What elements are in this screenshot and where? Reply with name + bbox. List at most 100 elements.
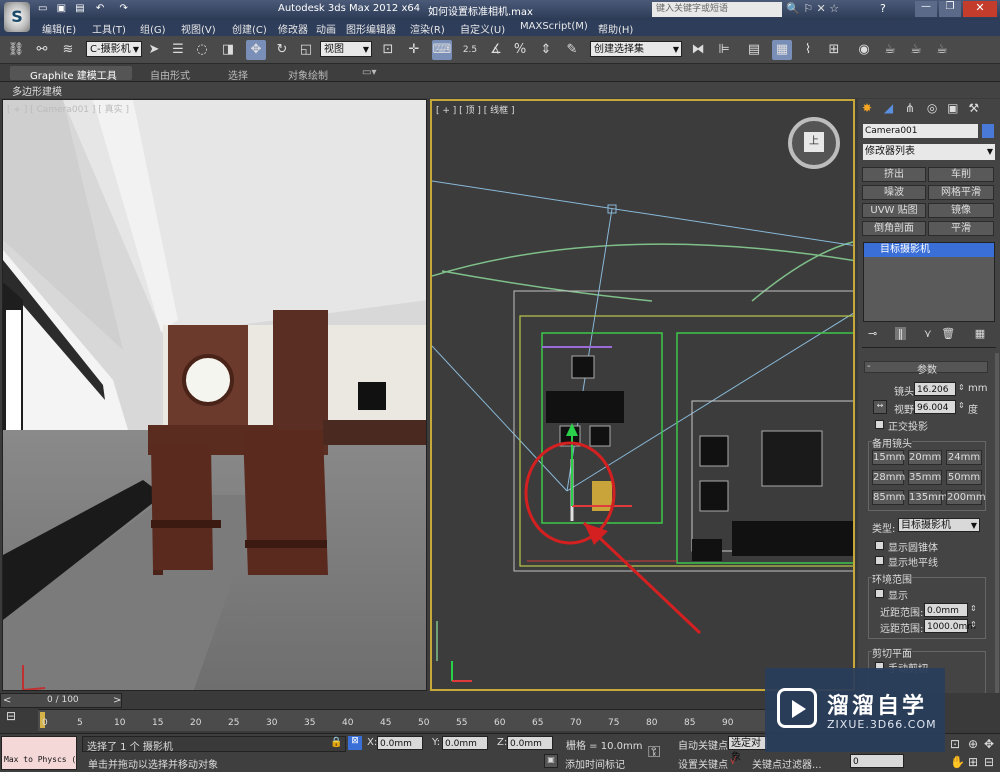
unlink-icon[interactable]: ⚯	[32, 40, 52, 60]
viewport-top[interactable]: [ + ] [ 顶 ] [ 线框 ] 上	[430, 99, 855, 691]
graphite-toggle-icon[interactable]: ▦	[772, 40, 792, 60]
time-tag-icon[interactable]: ▣	[544, 754, 558, 768]
modifier-list-dropdown[interactable]: 修改器列表 ▼	[863, 144, 995, 160]
lens-field[interactable]: 16.206	[914, 382, 956, 396]
z-coord-field[interactable]: 0.0mm	[507, 736, 553, 750]
object-name-field[interactable]: Camera001	[863, 124, 978, 138]
modify-tab-icon[interactable]: ◢	[884, 101, 893, 115]
hierarchy-tab-icon[interactable]: ⋔	[905, 101, 915, 115]
schematic-view-icon[interactable]: ⊞	[824, 40, 844, 60]
mirror-button[interactable]: 镜像	[928, 203, 994, 218]
open-file-icon[interactable]: ▣	[57, 3, 66, 14]
snap-toggle-icon[interactable]: 2.5	[460, 40, 480, 60]
pin-stack-icon[interactable]: ⊸	[868, 327, 877, 340]
save-icon[interactable]: ▤	[75, 3, 84, 14]
pivot-center-icon[interactable]: ⊡	[378, 40, 398, 60]
viewport-label-top[interactable]: [ + ] [ 顶 ] [ 线框 ]	[436, 103, 515, 116]
set-key-icon[interactable]: ⚿	[648, 742, 660, 762]
menu-maxscript[interactable]: MAXScript(M)	[520, 21, 588, 32]
fov-direction-icon[interactable]: ↔	[873, 400, 887, 414]
menu-view[interactable]: 视图(V)	[181, 21, 216, 36]
motion-tab-icon[interactable]: ◎	[927, 101, 937, 115]
show-end-result-icon[interactable]: ‖	[894, 327, 907, 340]
key-filter-icon[interactable]: √	[730, 756, 736, 767]
viewcube-face[interactable]: 上	[804, 132, 824, 152]
key-mode-dropdown[interactable]: 选定对象	[728, 736, 768, 763]
lens-15mm-button[interactable]: 15mm	[872, 450, 905, 465]
select-by-name-icon[interactable]: ☰	[168, 40, 188, 60]
select-manipulate-icon[interactable]: ✛	[404, 40, 424, 60]
redo-icon[interactable]: ↷	[120, 3, 128, 14]
rendered-frame-icon[interactable]: ☕	[906, 40, 926, 60]
slider-next-icon[interactable]: >	[113, 695, 121, 706]
keyboard-shortcut-icon[interactable]: ⌨	[432, 40, 452, 60]
fov-spinner-icon[interactable]: ⇕	[958, 401, 965, 410]
lock-selection-icon[interactable]: 🔒	[330, 737, 342, 748]
far-range-field[interactable]: 1000.0mm	[924, 619, 976, 633]
layer-manager-icon[interactable]: ▤	[744, 40, 764, 60]
stack-item-target-camera[interactable]: 目标摄影机	[864, 243, 994, 257]
fov-field[interactable]: 96.004	[914, 400, 956, 414]
select-object-icon[interactable]: ➤	[144, 40, 164, 60]
far-spinner-icon[interactable]: ⇕	[970, 620, 977, 629]
x-coord-field[interactable]: 0.0mm	[377, 736, 423, 750]
menu-graph-editors[interactable]: 图形编辑器	[346, 21, 396, 36]
curve-editor-icon[interactable]: ⌇	[798, 40, 818, 60]
menu-edit[interactable]: 编辑(E)	[42, 21, 76, 36]
near-spinner-icon[interactable]: ⇕	[970, 604, 977, 613]
maximize-viewport-icon[interactable]: ⊟	[984, 755, 994, 769]
move-icon[interactable]: ✥	[246, 40, 266, 60]
lens-135mm-button[interactable]: 135mm	[908, 490, 948, 505]
window-crossing-icon[interactable]: ◨	[218, 40, 238, 60]
panel-scrollbar[interactable]	[995, 353, 999, 693]
tab-graphite[interactable]: Graphite 建模工具	[30, 67, 117, 82]
tab-object-paint[interactable]: 对象绘制	[288, 67, 328, 82]
selection-filter-dropdown[interactable]: C-摄影机 ▼	[86, 41, 142, 57]
slider-prev-icon[interactable]: <	[3, 695, 11, 706]
meshsmooth-button[interactable]: 网格平滑	[928, 185, 994, 200]
search-input[interactable]: 键入关键字或短语	[652, 2, 782, 17]
percent-snap-icon[interactable]: %	[510, 40, 530, 60]
y-coord-field[interactable]: 0.0mm	[442, 736, 488, 750]
undo-icon[interactable]: ↶	[96, 3, 104, 14]
show-horizon-checkbox[interactable]	[875, 556, 884, 565]
spinner-snap-icon[interactable]: ⇕	[536, 40, 556, 60]
uvw-map-button[interactable]: UVW 贴图	[862, 203, 926, 218]
auto-key-button[interactable]: 自动关键点	[678, 737, 728, 752]
rollout-parameters-header[interactable]: - 参数	[864, 361, 988, 376]
menu-tools[interactable]: 工具(T)	[92, 21, 126, 36]
mini-curve-editor-icon[interactable]: ⊟	[6, 709, 28, 727]
polygon-modeling-label[interactable]: 多边形建模	[12, 83, 62, 98]
utilities-tab-icon[interactable]: ⚒	[968, 101, 979, 115]
remove-modifier-icon[interactable]: 🗑	[941, 327, 955, 340]
lathe-button[interactable]: 车削	[928, 167, 994, 182]
env-show-checkbox[interactable]	[875, 589, 884, 598]
viewport-label-camera[interactable]: [ + ] [ Camera001 ] [ 真实 ]	[7, 102, 129, 115]
viewport-camera[interactable]: [ + ] [ Camera001 ] [ 真实 ]	[2, 99, 427, 691]
set-key-button[interactable]: 设置关键点	[678, 756, 728, 771]
mirror-icon[interactable]: ⧓	[688, 40, 708, 60]
make-unique-icon[interactable]: ⋎	[924, 327, 932, 340]
pan-icon[interactable]: ✋	[950, 755, 965, 769]
key-filters-button[interactable]: 关键点过滤器...	[752, 756, 822, 771]
new-file-icon[interactable]: ▭	[38, 3, 47, 14]
scale-icon[interactable]: ◱	[296, 40, 316, 60]
maximize-button[interactable]: ❐	[939, 1, 961, 17]
link-icon[interactable]: ⛓	[6, 40, 26, 60]
minimize-button[interactable]: —	[915, 1, 937, 17]
noise-button[interactable]: 噪波	[862, 185, 926, 200]
lens-20mm-button[interactable]: 20mm	[908, 450, 942, 465]
angle-snap-icon[interactable]: ∡	[486, 40, 506, 60]
help-icon[interactable]: ?	[880, 2, 886, 15]
named-selection-dropdown[interactable]: 创建选择集 ▼	[590, 41, 682, 57]
menu-modifiers[interactable]: 修改器	[278, 21, 308, 36]
bevel-profile-button[interactable]: 倒角剖面	[862, 221, 926, 236]
ortho-checkbox[interactable]	[875, 420, 884, 429]
tab-selection[interactable]: 选择	[228, 67, 248, 82]
menu-group[interactable]: 组(G)	[140, 21, 166, 36]
bind-spacewarp-icon[interactable]: ≋	[58, 40, 78, 60]
menu-create[interactable]: 创建(C)	[232, 21, 267, 36]
lens-200mm-button[interactable]: 200mm	[946, 490, 986, 505]
align-icon[interactable]: ⊫	[714, 40, 734, 60]
menu-help[interactable]: 帮助(H)	[598, 21, 633, 36]
